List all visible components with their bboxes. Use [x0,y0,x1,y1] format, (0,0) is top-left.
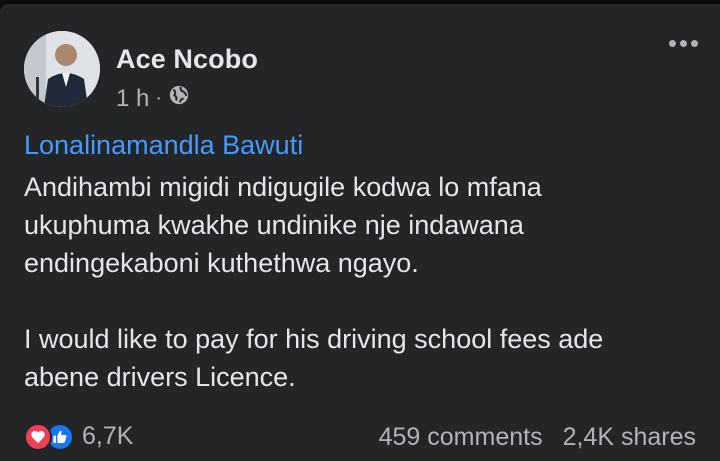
post-time[interactable]: 1 h [116,85,149,113]
post-text: Andihambi migidi ndigugile kodwa lo mfan… [24,172,604,392]
post-stats: 459 comments 2,4K shares [379,423,696,452]
reaction-count: 6,7K [82,422,134,450]
post-meta: 1 h · [116,84,190,113]
globe-icon[interactable] [168,84,190,113]
avatar[interactable] [24,31,100,107]
more-options-icon[interactable] [669,40,698,47]
shares-count-link[interactable]: 2,4K shares [563,423,696,452]
author-name[interactable]: Ace Ncobo [116,44,258,75]
reactions-summary[interactable]: 6,7K [24,422,133,451]
comments-count-link[interactable]: 459 comments [379,423,543,452]
mentioned-user-link[interactable]: Lonalinamandla Bawuti [24,130,303,161]
post-card: Ace Ncobo 1 h · Lonalinamandla Bawuti An… [0,4,720,461]
love-icon [24,422,52,451]
meta-separator: · [155,87,163,109]
